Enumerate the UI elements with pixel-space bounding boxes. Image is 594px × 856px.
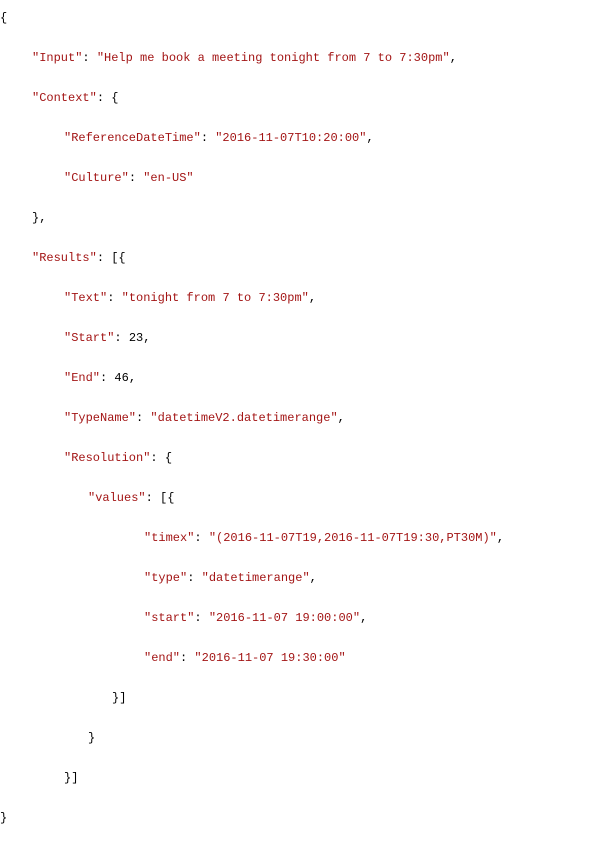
key-context: "Context" xyxy=(32,91,97,105)
val-text: "tonight from 7 to 7:30pm" xyxy=(122,291,309,305)
key-resolution: "Resolution" xyxy=(64,451,150,465)
key-start: "Start" xyxy=(64,331,114,345)
key-results: "Results" xyxy=(32,251,97,265)
key-refdt: "ReferenceDateTime" xyxy=(64,131,201,145)
val-vstart: "2016-11-07 19:00:00" xyxy=(209,611,360,625)
key-text: "Text" xyxy=(64,291,107,305)
val-vend: "2016-11-07 19:30:00" xyxy=(194,651,345,665)
val-timex: "(2016-11-07T19,2016-11-07T19:30,PT30M)" xyxy=(209,531,497,545)
val-type: "datetimerange" xyxy=(202,571,310,585)
val-input: "Help me book a meeting tonight from 7 t… xyxy=(97,51,450,65)
key-typename: "TypeName" xyxy=(64,411,136,425)
key-timex: "timex" xyxy=(144,531,194,545)
key-type: "type" xyxy=(144,571,187,585)
val-start: 23 xyxy=(129,331,143,345)
val-typename: "datetimeV2.datetimerange" xyxy=(150,411,337,425)
val-culture: "en-US" xyxy=(143,171,193,185)
key-culture: "Culture" xyxy=(64,171,129,185)
key-values: "values" xyxy=(88,491,146,505)
key-input: "Input" xyxy=(32,51,82,65)
val-refdt: "2016-11-07T10:20:00" xyxy=(215,131,366,145)
key-end: "End" xyxy=(64,371,100,385)
json-code-block: { "Input": "Help me book a meeting tonig… xyxy=(0,8,594,848)
val-end: 46 xyxy=(114,371,128,385)
key-vstart: "start" xyxy=(144,611,194,625)
key-vend: "end" xyxy=(144,651,180,665)
